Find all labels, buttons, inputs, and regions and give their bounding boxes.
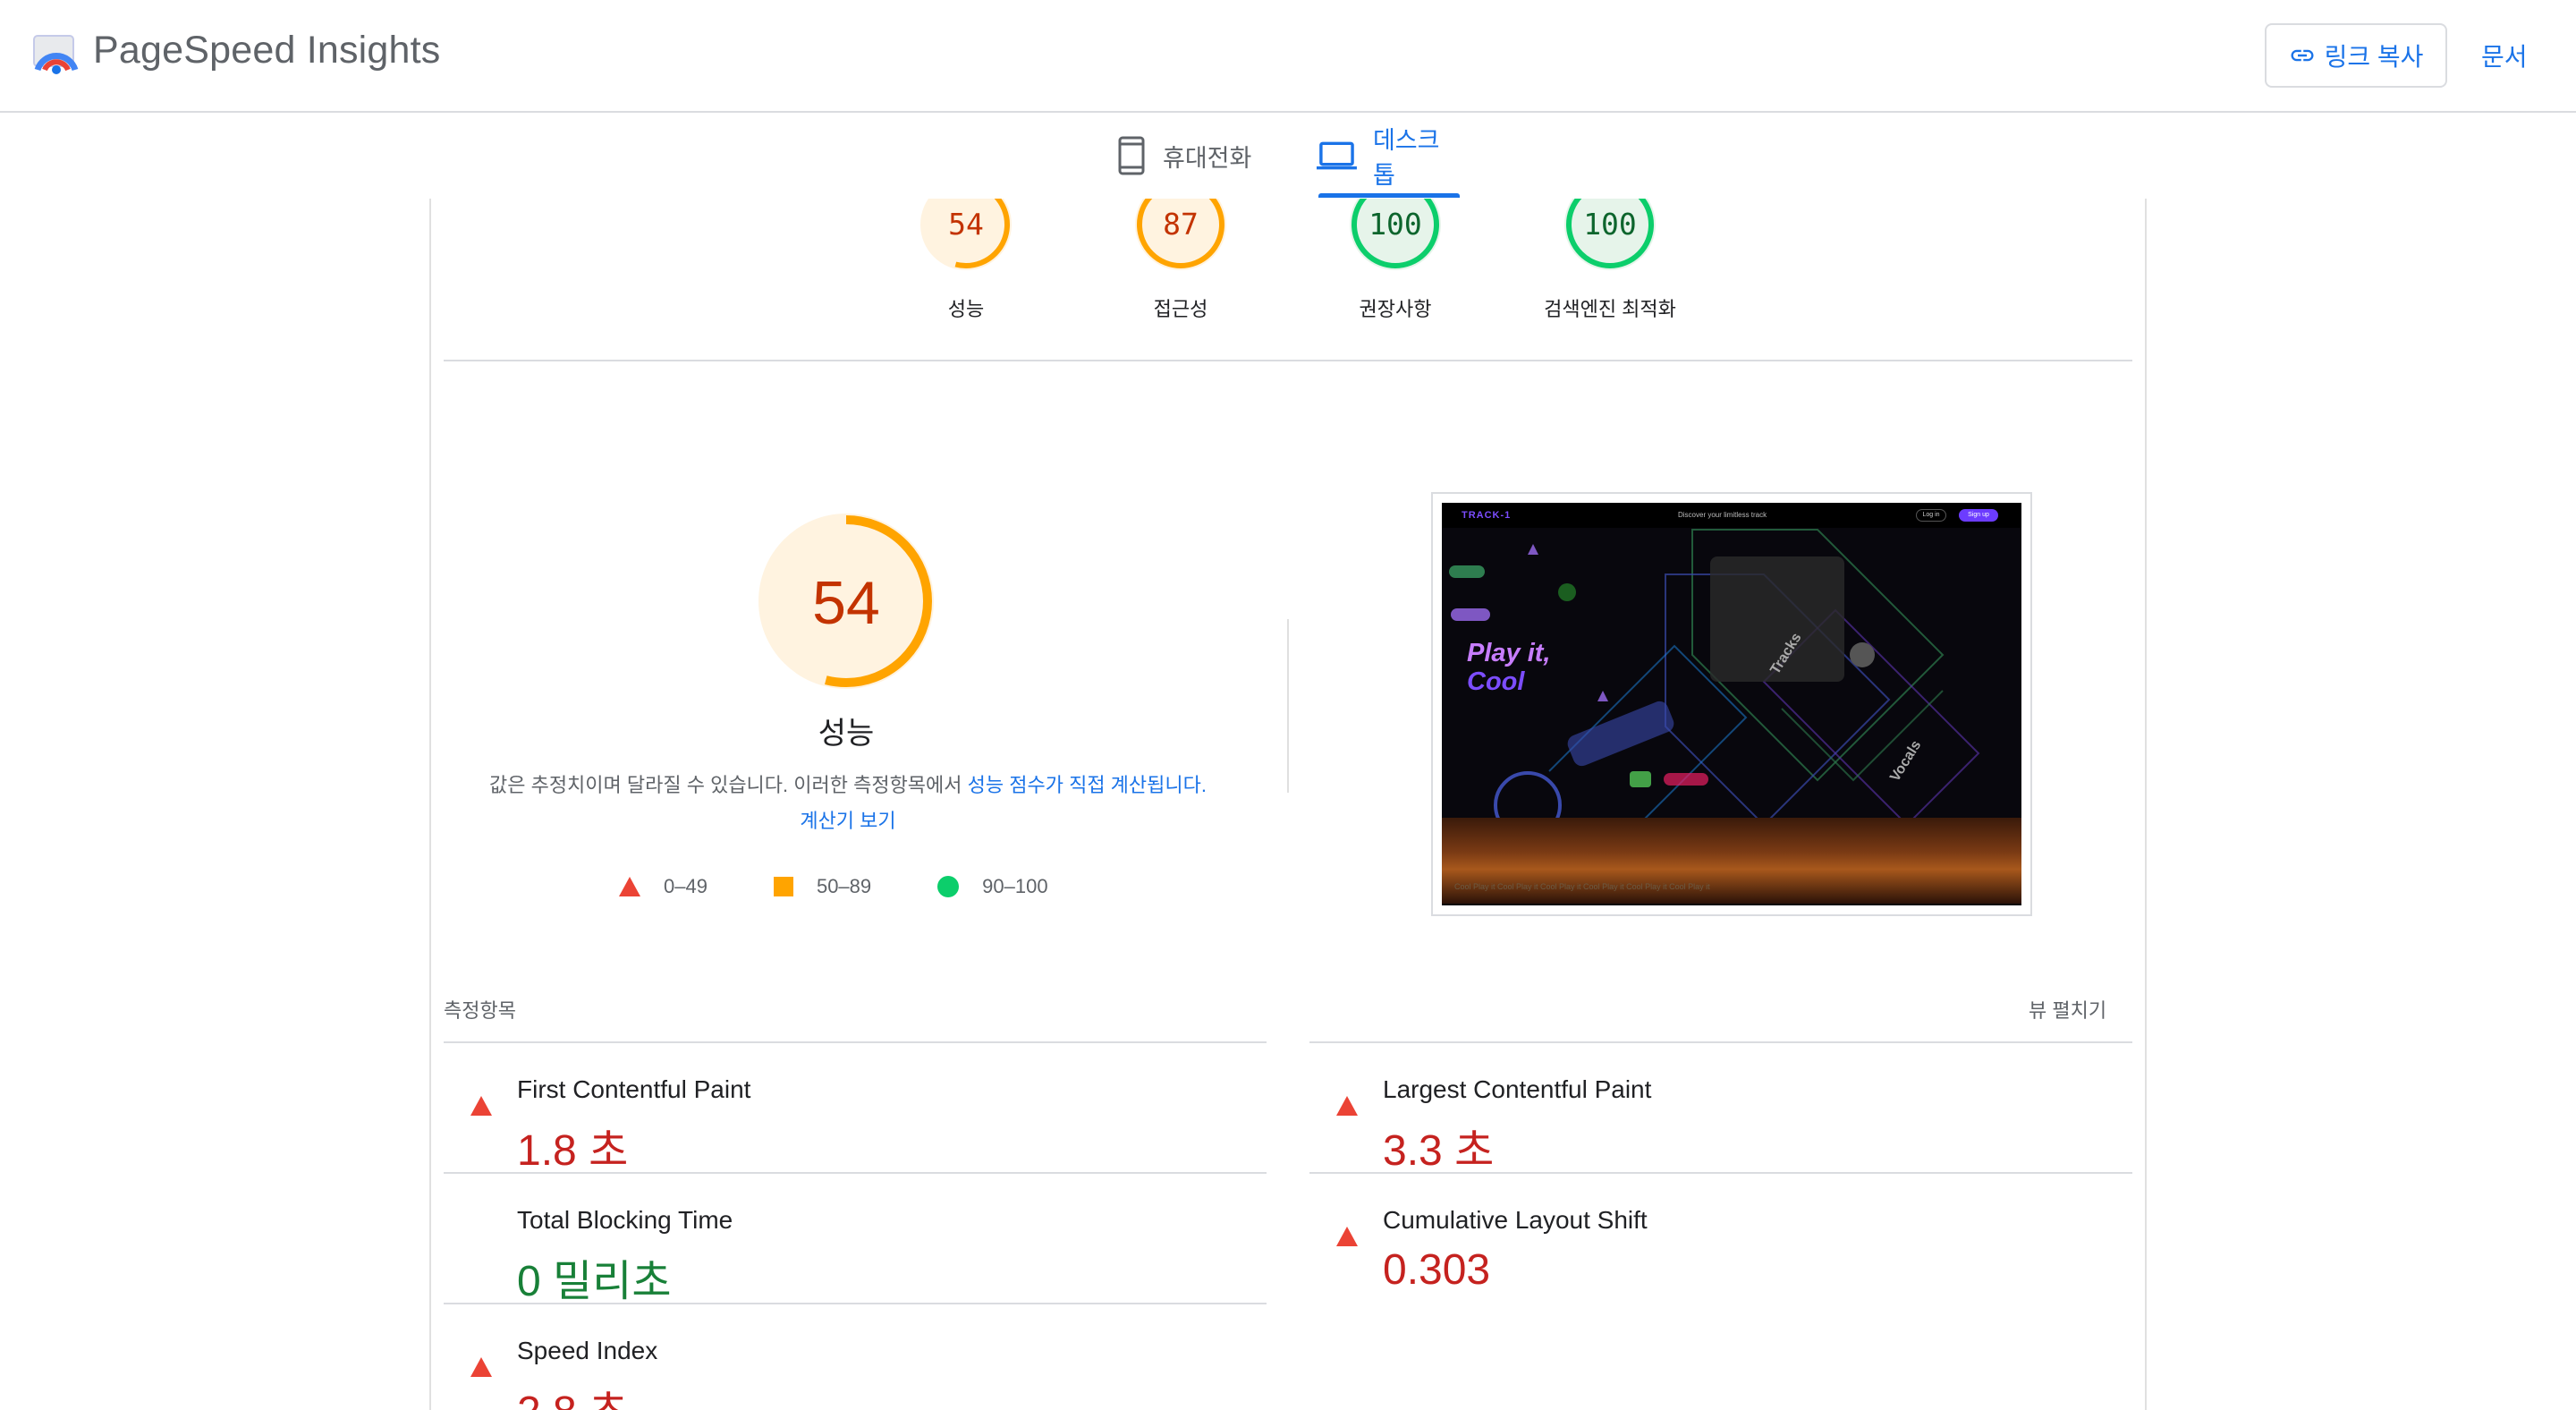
report-card-border-right: [2145, 199, 2147, 1410]
triangle-icon: [1336, 1211, 1358, 1246]
metric-name: Speed Index: [517, 1337, 658, 1364]
fail-icon: [1336, 1211, 1358, 1246]
screenshot-ticker: Cool Play it Cool Play it Cool Play it C…: [1454, 882, 1710, 891]
laptop-icon: [1317, 141, 1357, 170]
docs-link[interactable]: 문서: [2481, 38, 2528, 73]
tab-mobile-overlay[interactable]: 휴대전화: [1116, 113, 1268, 199]
label-best-practices: 권장사항: [1359, 298, 1432, 320]
screenshot-hero: Play it, Cool: [1467, 639, 1551, 696]
category-seo[interactable]: 100 검색엔진 최적화: [1503, 179, 1717, 322]
metric-name: First Contentful Paint: [517, 1075, 751, 1103]
category-accessibility[interactable]: 87 접근성: [1073, 179, 1288, 322]
category-best-practices[interactable]: 100 권장사항: [1288, 179, 1503, 322]
metric-value: 0.303: [1383, 1246, 1491, 1294]
score-legend: 0–49 50–89 90–100: [619, 875, 1114, 898]
metric-si: Speed Index 2.8 초: [444, 1304, 1249, 1410]
final-screenshot: TRACK-1 Discover your limitless track Lo…: [1431, 492, 2032, 916]
screenshot-nav: TRACK-1 Discover your limitless track Lo…: [1442, 503, 2021, 528]
triangle-icon: [1336, 1081, 1358, 1116]
metric-name: Total Blocking Time: [517, 1206, 733, 1234]
metric-cls: Cumulative Layout Shift 0.303: [1309, 1174, 2114, 1303]
metric-tbt: Total Blocking Time 0 밀리초: [444, 1174, 1249, 1305]
legend-average-range: 50–89: [816, 875, 872, 897]
tab-mobile-label: 휴대전화: [1163, 144, 1252, 172]
metric-value: 2.8 초: [517, 1376, 628, 1410]
metric-lcp: Largest Contentful Paint 3.3 초: [1309, 1043, 2114, 1175]
section-divider: [444, 360, 2132, 361]
device-tabs-overlay: 휴대전화 데스크톱: [0, 113, 2576, 199]
calculator-link[interactable]: 계산기 보기: [800, 810, 895, 832]
hero-line-2: Cool: [1467, 667, 1525, 696]
category-performance[interactable]: 54 성능: [859, 179, 1073, 322]
phone-icon: [1118, 136, 1145, 175]
fail-icon: [1336, 1081, 1358, 1116]
metric-name: Cumulative Layout Shift: [1383, 1206, 1648, 1234]
expand-view-toggle[interactable]: 뷰 펼치기: [2029, 995, 2106, 1024]
metric-fcp: First Contentful Paint 1.8 초: [444, 1043, 1249, 1175]
screenshot-nav-text: Discover your limitless track: [1678, 511, 1767, 519]
metric-value: 0 밀리초: [517, 1258, 672, 1305]
performance-gauge: 54: [758, 514, 934, 689]
circle-icon: [937, 876, 960, 897]
score-calc-link[interactable]: 성능 점수가 직접 계산됩니다.: [968, 774, 1207, 796]
fail-icon: [470, 1081, 492, 1116]
legend-fail: 0–49: [619, 875, 708, 898]
copy-link-button[interactable]: 링크 복사: [2265, 23, 2447, 88]
performance-title: 성능: [818, 717, 875, 751]
label-accessibility: 접근성: [1153, 298, 1208, 320]
screenshot-page: TRACK-1 Discover your limitless track Lo…: [1442, 503, 2021, 905]
performance-score: 54: [812, 569, 880, 637]
performance-description: 값은 추정치이며 달라질 수 있습니다. 이러한 측정항목에서 성능 점수가 직…: [481, 768, 1215, 839]
copy-link-label: 링크 복사: [2324, 43, 2424, 71]
metric-value: 1.8 초: [517, 1127, 629, 1175]
link-icon: [2291, 49, 2314, 62]
label-performance: 성능: [947, 298, 985, 320]
metric-name: Largest Contentful Paint: [1383, 1075, 1652, 1103]
metric-value: 3.3 초: [1383, 1127, 1495, 1175]
triangle-icon: [470, 1081, 492, 1116]
label-seo: 검색엔진 최적화: [1544, 298, 1676, 320]
legend-fail-range: 0–49: [664, 875, 708, 897]
legend-pass: 90–100: [937, 875, 1048, 898]
metrics-heading: 측정항목: [444, 999, 516, 1022]
tab-desktop-label: 데스크톱: [1372, 127, 1440, 189]
description-text: 값은 추정치이며 달라질 수 있습니다. 이러한 측정항목에서: [488, 774, 968, 796]
triangle-icon: [470, 1342, 492, 1377]
active-tab-indicator-overlay: [1318, 193, 1460, 198]
pagespeed-logo-icon[interactable]: [32, 30, 80, 79]
square-icon: [773, 877, 793, 896]
triangle-icon: [619, 877, 640, 896]
screenshot-login: Log in: [1916, 509, 1946, 522]
report-card-border-left: [429, 199, 431, 1410]
screenshot-logo: TRACK-1: [1462, 510, 1512, 521]
hero-line-1: Play it,: [1467, 639, 1551, 667]
screenshot-signup: Sign up: [1959, 509, 1998, 522]
top-app-bar: PageSpeed Insights 링크 복사 문서: [0, 0, 2576, 113]
legend-pass-range: 90–100: [982, 875, 1048, 897]
app-title[interactable]: PageSpeed Insights: [93, 29, 441, 72]
vertical-divider: [1287, 619, 1289, 793]
legend-average: 50–89: [773, 875, 872, 898]
fail-icon: [470, 1342, 492, 1377]
tab-desktop-overlay[interactable]: 데스크톱: [1317, 113, 1460, 199]
